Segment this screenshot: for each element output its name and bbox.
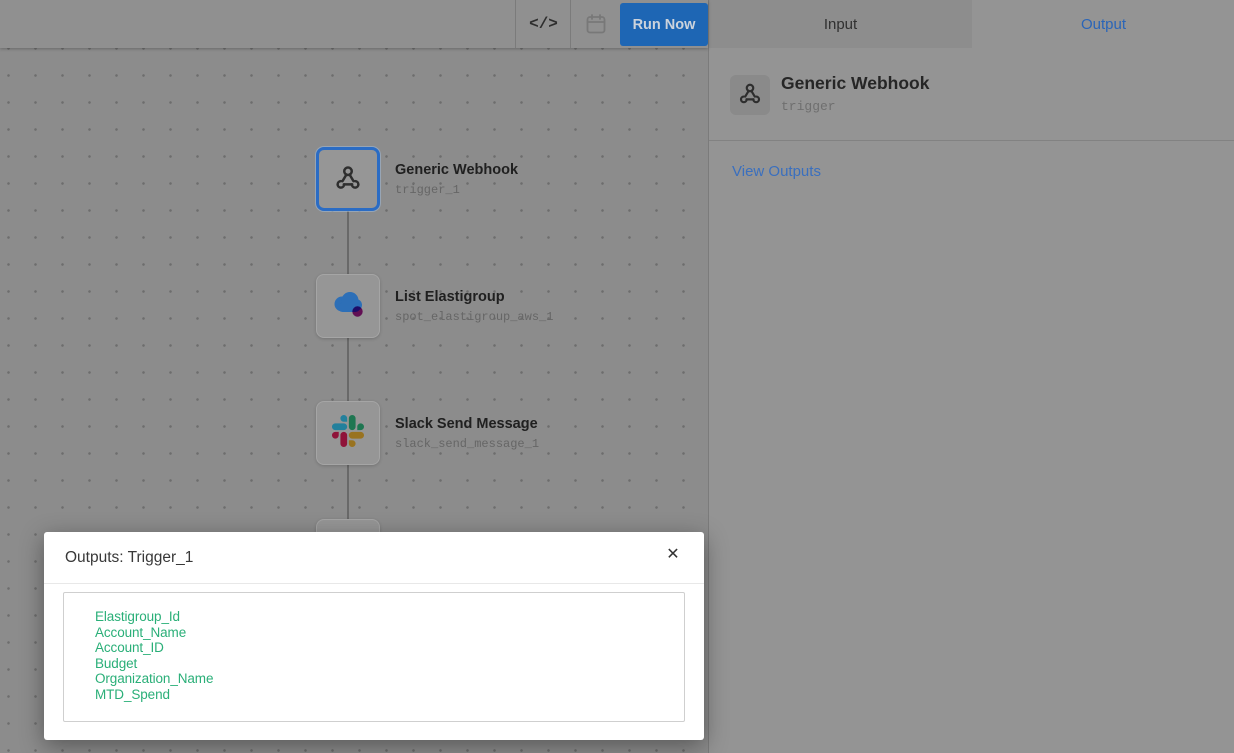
output-link[interactable]: Account_Name: [95, 625, 186, 641]
node-list-elastigroup[interactable]: [316, 274, 380, 338]
slack-icon: [332, 415, 364, 452]
workflow-editor-app: </> Run Now: [0, 0, 1234, 753]
node-title: Generic Webhook: [395, 161, 518, 180]
connector-line: [347, 465, 349, 519]
node-label-list-elastigroup: List Elastigroup spot_elastigroup_aws_1: [395, 288, 553, 325]
outputs-list-box: Elastigroup_Id Account_Name Account_ID B…: [63, 592, 685, 722]
outputs-modal: Outputs: Trigger_1 ✕ Elastigroup_Id Acco…: [44, 532, 704, 740]
webhook-icon: [333, 162, 363, 197]
details-panel: Input Output Generic Webhook trigger: [708, 0, 1234, 753]
output-link[interactable]: Account_ID: [95, 640, 164, 656]
node-title: List Elastigroup: [395, 288, 553, 307]
panel-node-subtitle: trigger: [781, 99, 836, 114]
node-generic-webhook[interactable]: [316, 147, 380, 211]
node-subtitle: trigger_1: [395, 182, 518, 198]
view-outputs-link[interactable]: View Outputs: [732, 163, 821, 180]
panel-tabs: Input Output: [709, 0, 1234, 48]
node-slack-send-message[interactable]: [316, 401, 380, 465]
code-view-icon[interactable]: </>: [516, 0, 571, 48]
output-link[interactable]: Elastigroup_Id: [95, 609, 180, 625]
panel-icon-tile: [730, 75, 770, 115]
tab-input[interactable]: Input: [709, 0, 972, 48]
output-link[interactable]: MTD_Spend: [95, 687, 170, 703]
panel-node-title: Generic Webhook: [781, 73, 929, 94]
node-label-generic-webhook: Generic Webhook trigger_1: [395, 161, 518, 198]
node-label-slack-send-message: Slack Send Message slack_send_message_1: [395, 415, 539, 452]
toolbar: </> Run Now: [0, 0, 708, 48]
node-title: Slack Send Message: [395, 415, 539, 434]
webhook-icon: [737, 80, 763, 111]
node-subtitle: slack_send_message_1: [395, 436, 539, 452]
spot-cloud-icon: [328, 287, 368, 326]
output-link[interactable]: Budget: [95, 656, 137, 672]
run-now-button[interactable]: Run Now: [620, 3, 708, 46]
panel-divider: [709, 140, 1234, 141]
node-subtitle: spot_elastigroup_aws_1: [395, 309, 553, 325]
panel-header: Generic Webhook trigger: [709, 48, 1234, 140]
modal-header: Outputs: Trigger_1 ✕: [44, 532, 704, 584]
schedule-calendar-icon[interactable]: [571, 0, 620, 48]
close-icon[interactable]: ✕: [662, 544, 684, 566]
modal-title: Outputs: Trigger_1: [65, 549, 193, 567]
tab-output[interactable]: Output: [972, 0, 1234, 48]
connector-line: [347, 211, 349, 274]
output-link[interactable]: Organization_Name: [95, 671, 213, 687]
connector-line: [347, 338, 349, 401]
